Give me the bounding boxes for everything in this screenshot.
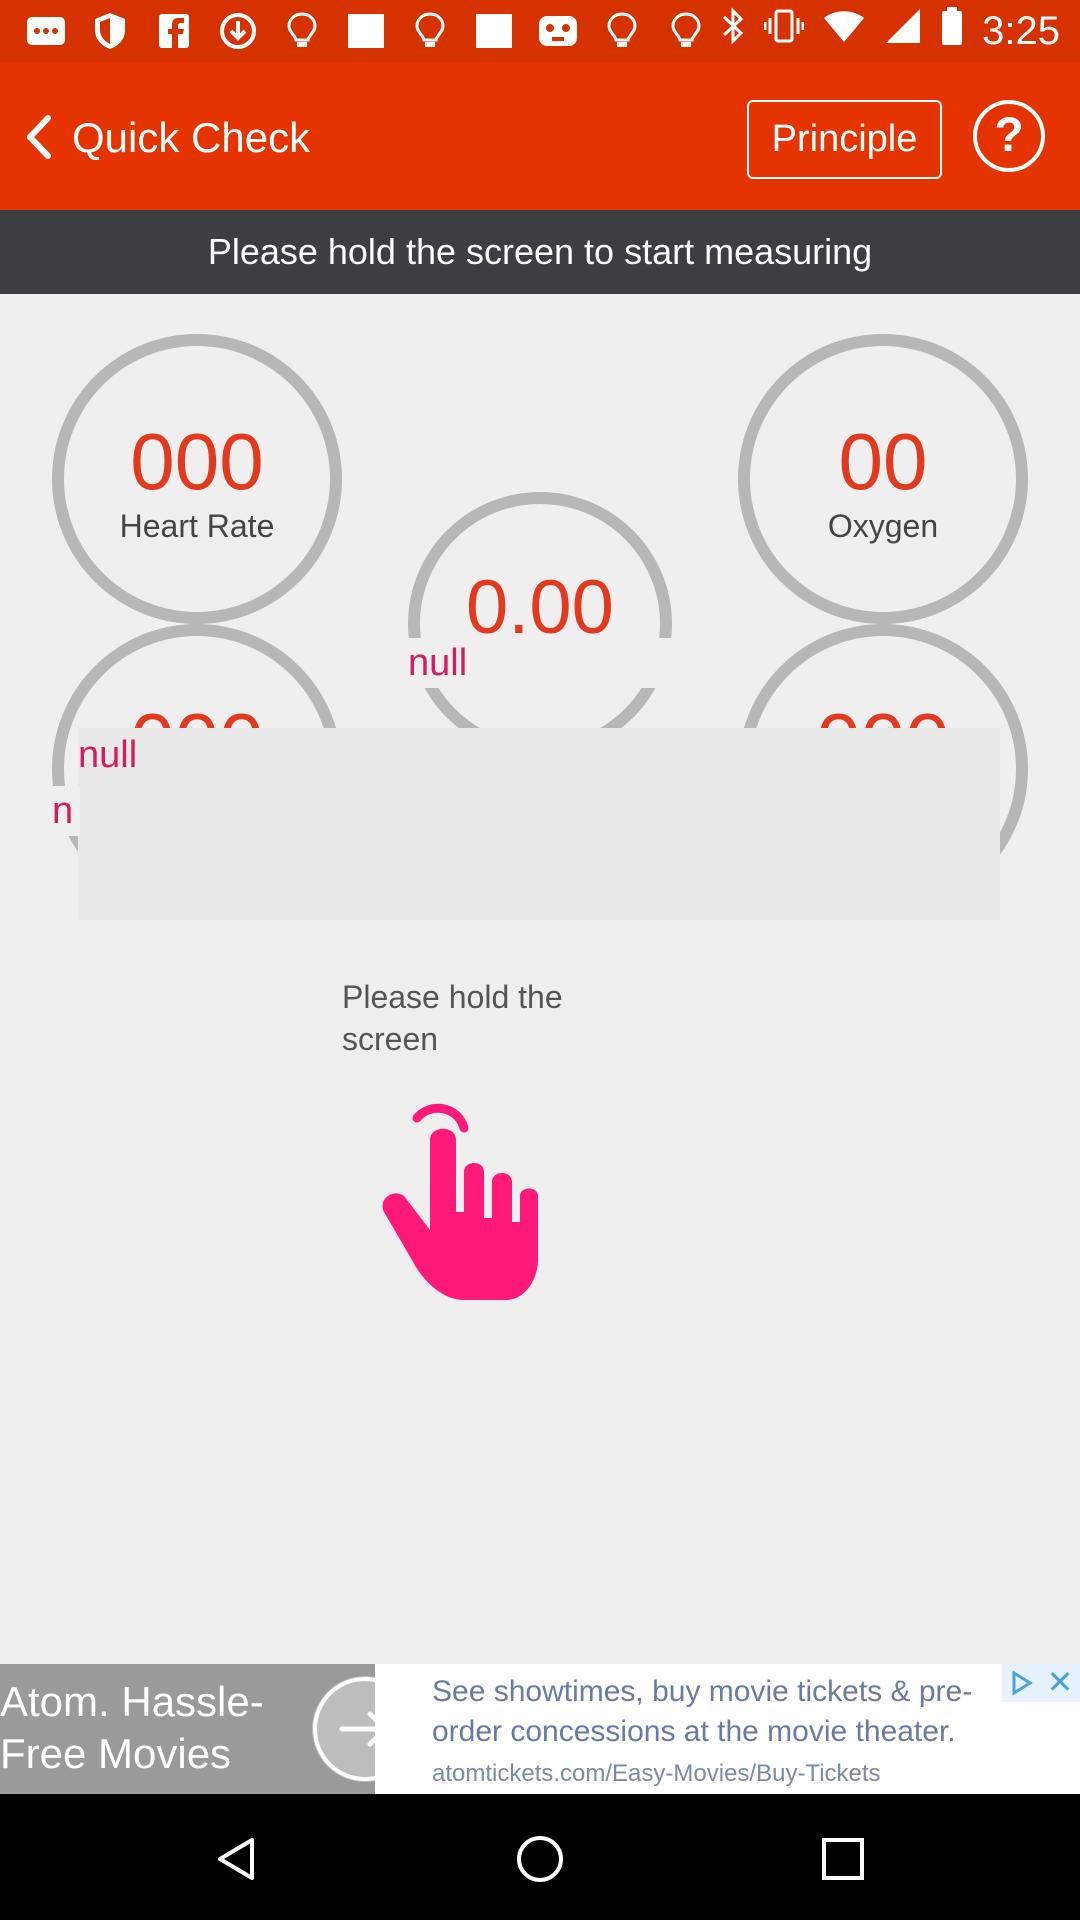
wifi-icon (822, 8, 866, 54)
navigation-bar (0, 1794, 1080, 1920)
null-label-panel: null (78, 734, 138, 776)
null-overlay-panel (78, 728, 1000, 920)
notification-icons (24, 10, 708, 52)
clock: 3:25 (982, 8, 1060, 53)
instruction-banner: Please hold the screen to start measurin… (0, 210, 1080, 294)
help-button[interactable]: ? (973, 100, 1045, 172)
lightbulb-icon (408, 10, 452, 52)
null-label-middle: null (408, 638, 672, 688)
system-status: 3:25 (720, 6, 1060, 56)
image-icon (472, 10, 516, 52)
ad-close-icon[interactable]: ✕ (1040, 1664, 1080, 1702)
image-icon (344, 10, 388, 52)
home-nav-icon[interactable] (515, 1834, 565, 1884)
back-nav-icon[interactable] (212, 1834, 262, 1884)
arrow-right-icon (313, 1677, 417, 1781)
oxygen-value: 00 (838, 417, 928, 506)
ad-arrow-button[interactable] (312, 1676, 418, 1782)
signal-icon (884, 7, 922, 55)
principle-button[interactable]: Principle (747, 100, 942, 179)
battery-icon (940, 6, 964, 56)
app-bar: Quick Check Principle ? (0, 62, 1080, 210)
ad-choices-icon[interactable] (1002, 1664, 1040, 1702)
ad-url: atomtickets.com/Easy-Movies/Buy-Tickets (432, 1760, 881, 1787)
download-icon (216, 10, 260, 52)
shield-icon (88, 10, 132, 52)
messages-icon (24, 10, 68, 52)
middle-gauge: 0.00 (408, 492, 672, 756)
status-bar: 3:25 (0, 0, 1080, 62)
heart-rate-value: 000 (130, 417, 264, 506)
page-title: Quick Check (72, 114, 311, 161)
heart-rate-label: Heart Rate (119, 508, 275, 544)
oxygen-label: Oxygen (827, 508, 939, 544)
oxygen-gauge: 00 Oxygen (738, 334, 1028, 624)
null-label-left: n (52, 786, 80, 836)
ad-body-text: See showtimes, buy movie tickets & pre-o… (432, 1675, 973, 1748)
hold-screen-prompt: Please hold the screen (342, 979, 563, 1057)
lightbulb-icon (280, 10, 324, 52)
heart-rate-gauge: 000 Heart Rate (52, 334, 342, 624)
lightbulb-icon (664, 10, 708, 52)
facebook-icon (152, 10, 196, 52)
hand-pointer-icon[interactable] (372, 1100, 572, 1300)
gamepad-icon (536, 10, 580, 52)
vibrate-icon (763, 6, 805, 56)
lightbulb-icon (600, 10, 644, 52)
back-button[interactable] (18, 112, 62, 162)
ad-headline: Atom. Hassle-Free Movies (0, 1678, 264, 1777)
ad-banner[interactable]: Atom. Hassle-Free Movies See showtimes, … (0, 1664, 1080, 1794)
recents-nav-icon[interactable] (818, 1834, 868, 1884)
chevron-left-icon (27, 115, 51, 159)
bluetooth-icon (720, 6, 746, 56)
